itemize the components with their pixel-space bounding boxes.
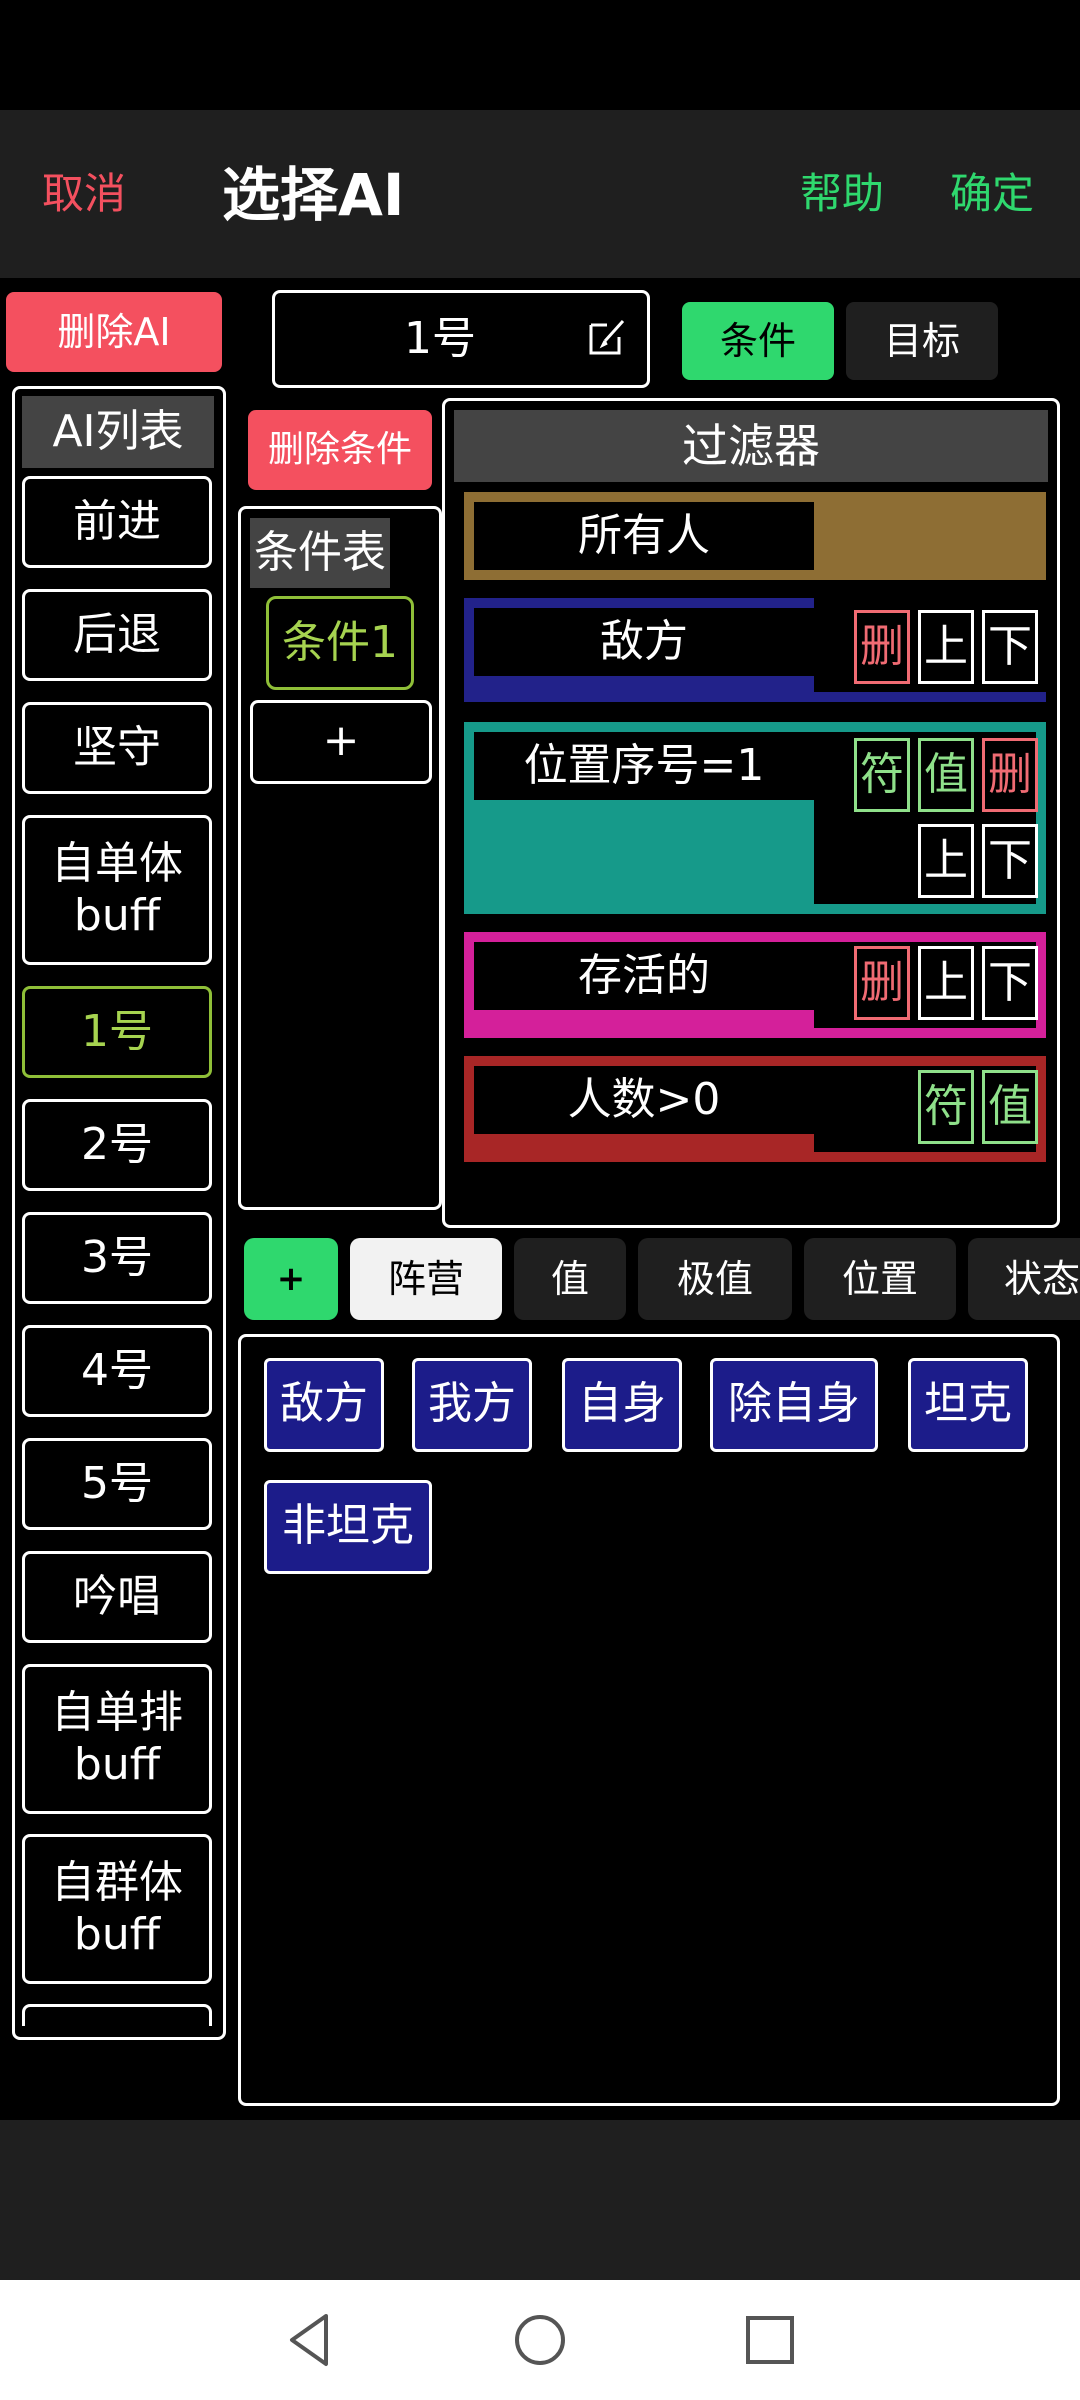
option-tank[interactable]: 坦克 (908, 1358, 1028, 1452)
tab-extreme[interactable]: 极值 (638, 1238, 792, 1320)
filter-move-down-button[interactable]: 下 (982, 824, 1038, 898)
ai-item-self-group-buff[interactable]: 自群体 buff (22, 1834, 212, 1984)
filter-row-alive[interactable]: 存活的 删 上 下 (464, 932, 1046, 1038)
filter-row-count[interactable]: 人数>0 符 值 (464, 1056, 1046, 1162)
ai-name-value: 1号 (404, 313, 476, 364)
filter-label: 位置序号=1 (523, 740, 765, 791)
add-condition-button[interactable]: + (250, 700, 432, 784)
condition-item-1[interactable]: 条件1 (266, 596, 414, 690)
home-icon[interactable] (512, 2312, 568, 2368)
ai-item-forward[interactable]: 前进 (22, 476, 212, 568)
ai-item-backward[interactable]: 后退 (22, 589, 212, 681)
category-tab-row: + 阵营 值 极值 位置 状态 (0, 1230, 1080, 1330)
tab-position[interactable]: 位置 (804, 1238, 956, 1320)
filter-delete-button[interactable]: 删 (854, 610, 910, 684)
tab-status[interactable]: 状态 (968, 1238, 1080, 1320)
ai-item-self-row-buff[interactable]: 自单排 buff (22, 1664, 212, 1814)
filter-delete-button[interactable]: 删 (854, 946, 910, 1020)
filter-row-all[interactable]: 所有人 (464, 492, 1046, 580)
ai-item-partial (22, 2004, 212, 2026)
system-nav-bar (0, 2280, 1080, 2400)
confirm-button[interactable]: 确定 (950, 168, 1034, 220)
tab-target[interactable]: 目标 (846, 302, 998, 380)
filter-symbol-button[interactable]: 符 (918, 1070, 974, 1144)
delete-ai-button[interactable]: 删除AI (6, 292, 222, 372)
condition-table-title: 条件表 (250, 518, 390, 588)
tab-condition[interactable]: 条件 (682, 302, 834, 380)
filter-panel-title: 过滤器 (454, 410, 1048, 482)
ai-item-chant[interactable]: 吟唱 (22, 1551, 212, 1643)
cancel-button[interactable]: 取消 (42, 168, 126, 220)
filter-label: 敌方 (600, 616, 688, 667)
add-category-button[interactable]: + (244, 1238, 338, 1320)
recent-apps-icon[interactable] (742, 2312, 798, 2368)
option-ally[interactable]: 我方 (412, 1358, 532, 1452)
ai-item-2[interactable]: 2号 (22, 1099, 212, 1191)
filter-move-up-button[interactable]: 上 (918, 946, 974, 1020)
option-except-self[interactable]: 除自身 (710, 1358, 878, 1452)
status-bar (0, 0, 1080, 110)
filter-move-up-button[interactable]: 上 (918, 824, 974, 898)
page-title: 选择AI (222, 161, 405, 229)
option-self[interactable]: 自身 (562, 1358, 682, 1452)
filter-move-down-button[interactable]: 下 (982, 610, 1038, 684)
tab-faction[interactable]: 阵营 (350, 1238, 502, 1320)
filter-row-enemy[interactable]: 敌方 删 上 下 (464, 598, 1046, 702)
delete-condition-button[interactable]: 删除条件 (248, 410, 432, 490)
filter-label: 人数>0 (567, 1074, 721, 1125)
ai-item-hold[interactable]: 坚守 (22, 702, 212, 794)
ai-item-4[interactable]: 4号 (22, 1325, 212, 1417)
tab-value[interactable]: 值 (514, 1238, 626, 1320)
filter-symbol-button[interactable]: 符 (854, 738, 910, 812)
back-icon[interactable] (282, 2310, 338, 2370)
ai-name-field[interactable]: 1号 (272, 290, 650, 388)
ai-item-1[interactable]: 1号 (22, 986, 212, 1078)
ai-item-self-single-buff[interactable]: 自单体 buff (22, 815, 212, 965)
option-non-tank[interactable]: 非坦克 (264, 1480, 432, 1574)
filter-label: 所有人 (578, 510, 710, 561)
filter-value-button[interactable]: 值 (918, 738, 974, 812)
filter-delete-button[interactable]: 删 (982, 738, 1038, 812)
filter-move-down-button[interactable]: 下 (982, 946, 1038, 1020)
ai-list-title: AI列表 (22, 396, 214, 468)
ai-item-5[interactable]: 5号 (22, 1438, 212, 1530)
edit-icon[interactable] (585, 315, 629, 359)
header-bar: 取消 选择AI 帮助 确定 (0, 110, 1080, 278)
bottom-band (0, 2120, 1080, 2280)
filter-value-button[interactable]: 值 (982, 1070, 1038, 1144)
filter-label: 存活的 (578, 950, 710, 1001)
filter-move-up-button[interactable]: 上 (918, 610, 974, 684)
help-button[interactable]: 帮助 (800, 168, 884, 220)
option-enemy[interactable]: 敌方 (264, 1358, 384, 1452)
filter-row-position[interactable]: 位置序号=1 符 值 删 上 下 (464, 722, 1046, 914)
